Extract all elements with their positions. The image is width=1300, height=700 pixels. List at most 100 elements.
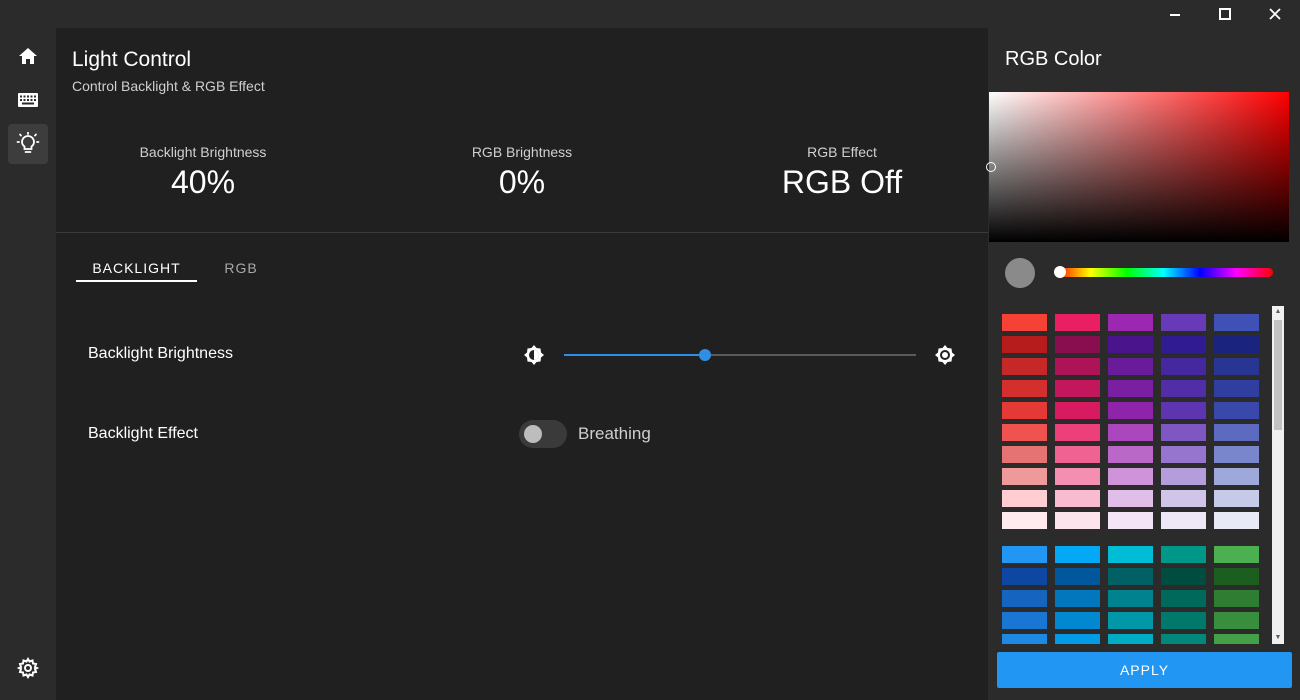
color-swatch[interactable] [1055, 468, 1100, 485]
scroll-down-icon[interactable]: ▼ [1272, 632, 1284, 644]
color-swatch[interactable] [1214, 402, 1259, 419]
color-swatch[interactable] [1161, 402, 1206, 419]
sidebar-item-home[interactable] [8, 36, 48, 76]
swatch-scrollbar[interactable]: ▲ ▼ [1272, 306, 1284, 644]
maximize-button[interactable] [1200, 0, 1250, 28]
color-swatch[interactable] [1214, 512, 1259, 529]
color-swatch[interactable] [1002, 546, 1047, 563]
color-swatch[interactable] [1214, 314, 1259, 331]
color-swatch[interactable] [1108, 424, 1153, 441]
color-swatch[interactable] [1214, 358, 1259, 375]
color-swatch[interactable] [1214, 446, 1259, 463]
color-swatch[interactable] [1161, 424, 1206, 441]
color-swatch[interactable] [1055, 612, 1100, 629]
hue-slider[interactable] [1054, 266, 1273, 278]
color-swatch[interactable] [1108, 314, 1153, 331]
minimize-button[interactable] [1150, 0, 1200, 28]
color-swatch[interactable] [1055, 634, 1100, 644]
color-swatch[interactable] [1214, 490, 1259, 507]
brightness-slider[interactable] [564, 349, 916, 361]
color-swatch[interactable] [1055, 590, 1100, 607]
scrollbar-thumb[interactable] [1274, 320, 1282, 430]
color-swatch[interactable] [1214, 634, 1259, 644]
color-swatch[interactable] [1002, 634, 1047, 644]
color-swatch[interactable] [1161, 634, 1206, 644]
color-swatch[interactable] [1161, 380, 1206, 397]
color-swatch[interactable] [1002, 402, 1047, 419]
color-swatch[interactable] [1055, 380, 1100, 397]
color-swatch[interactable] [1108, 546, 1153, 563]
color-swatch[interactable] [1002, 512, 1047, 529]
color-swatch[interactable] [1161, 546, 1206, 563]
color-swatch[interactable] [1055, 402, 1100, 419]
color-swatch[interactable] [1214, 590, 1259, 607]
color-swatch[interactable] [1161, 590, 1206, 607]
color-swatch[interactable] [1002, 336, 1047, 353]
sv-cursor[interactable] [986, 162, 996, 172]
saturation-value-picker[interactable] [986, 92, 1289, 242]
color-swatch[interactable] [1108, 612, 1153, 629]
brightness-high-icon[interactable] [934, 344, 956, 371]
color-swatch[interactable] [1055, 314, 1100, 331]
scroll-up-icon[interactable]: ▲ [1272, 306, 1284, 318]
color-swatch[interactable] [1161, 490, 1206, 507]
color-swatch[interactable] [1108, 512, 1153, 529]
color-swatch[interactable] [1002, 446, 1047, 463]
color-swatch[interactable] [1214, 568, 1259, 585]
color-swatch[interactable] [1161, 568, 1206, 585]
slider-thumb[interactable] [698, 349, 711, 361]
color-swatch[interactable] [1055, 336, 1100, 353]
color-swatch[interactable] [1161, 336, 1206, 353]
color-swatch[interactable] [1161, 512, 1206, 529]
color-swatch[interactable] [1002, 314, 1047, 331]
color-swatch[interactable] [1002, 612, 1047, 629]
sidebar-item-light-control[interactable] [8, 124, 48, 164]
color-swatch[interactable] [1214, 336, 1259, 353]
color-swatch[interactable] [1108, 402, 1153, 419]
color-swatch[interactable] [1055, 546, 1100, 563]
color-swatch[interactable] [1108, 468, 1153, 485]
color-swatch[interactable] [1161, 468, 1206, 485]
color-swatch[interactable] [1108, 590, 1153, 607]
color-swatch[interactable] [1002, 568, 1047, 585]
sidebar-item-settings[interactable] [8, 648, 48, 688]
color-swatch[interactable] [1214, 612, 1259, 629]
color-swatch[interactable] [1002, 380, 1047, 397]
tab-backlight[interactable]: BACKLIGHT [76, 260, 197, 276]
hue-slider-thumb[interactable] [1054, 266, 1066, 278]
color-swatch[interactable] [1055, 490, 1100, 507]
color-swatch[interactable] [1108, 380, 1153, 397]
color-swatch[interactable] [1214, 468, 1259, 485]
color-swatch[interactable] [1161, 446, 1206, 463]
color-swatch[interactable] [1055, 424, 1100, 441]
brightness-low-icon[interactable] [523, 344, 545, 371]
color-swatch[interactable] [1108, 634, 1153, 644]
color-swatch[interactable] [1108, 568, 1153, 585]
color-swatch[interactable] [1002, 468, 1047, 485]
apply-button[interactable]: APPLY [997, 652, 1292, 688]
color-swatch[interactable] [1055, 568, 1100, 585]
color-swatch[interactable] [1108, 336, 1153, 353]
color-swatch[interactable] [1002, 490, 1047, 507]
color-swatch[interactable] [1002, 424, 1047, 441]
color-swatch[interactable] [1214, 424, 1259, 441]
gear-icon [17, 657, 39, 679]
stat-rgb-brightness: RGB Brightness 0% [372, 144, 672, 201]
close-button[interactable] [1250, 0, 1300, 28]
sidebar-item-keyboard[interactable] [8, 80, 48, 120]
color-swatch[interactable] [1055, 358, 1100, 375]
tab-rgb[interactable]: RGB [216, 260, 266, 276]
color-swatch[interactable] [1214, 380, 1259, 397]
color-swatch[interactable] [1161, 314, 1206, 331]
color-swatch[interactable] [1161, 358, 1206, 375]
color-swatch[interactable] [1002, 590, 1047, 607]
color-swatch[interactable] [1214, 546, 1259, 563]
color-swatch[interactable] [1108, 446, 1153, 463]
color-swatch[interactable] [1108, 490, 1153, 507]
breathing-toggle[interactable] [519, 420, 567, 448]
color-swatch[interactable] [1161, 612, 1206, 629]
color-swatch[interactable] [1055, 512, 1100, 529]
color-swatch[interactable] [1002, 358, 1047, 375]
color-swatch[interactable] [1055, 446, 1100, 463]
color-swatch[interactable] [1108, 358, 1153, 375]
